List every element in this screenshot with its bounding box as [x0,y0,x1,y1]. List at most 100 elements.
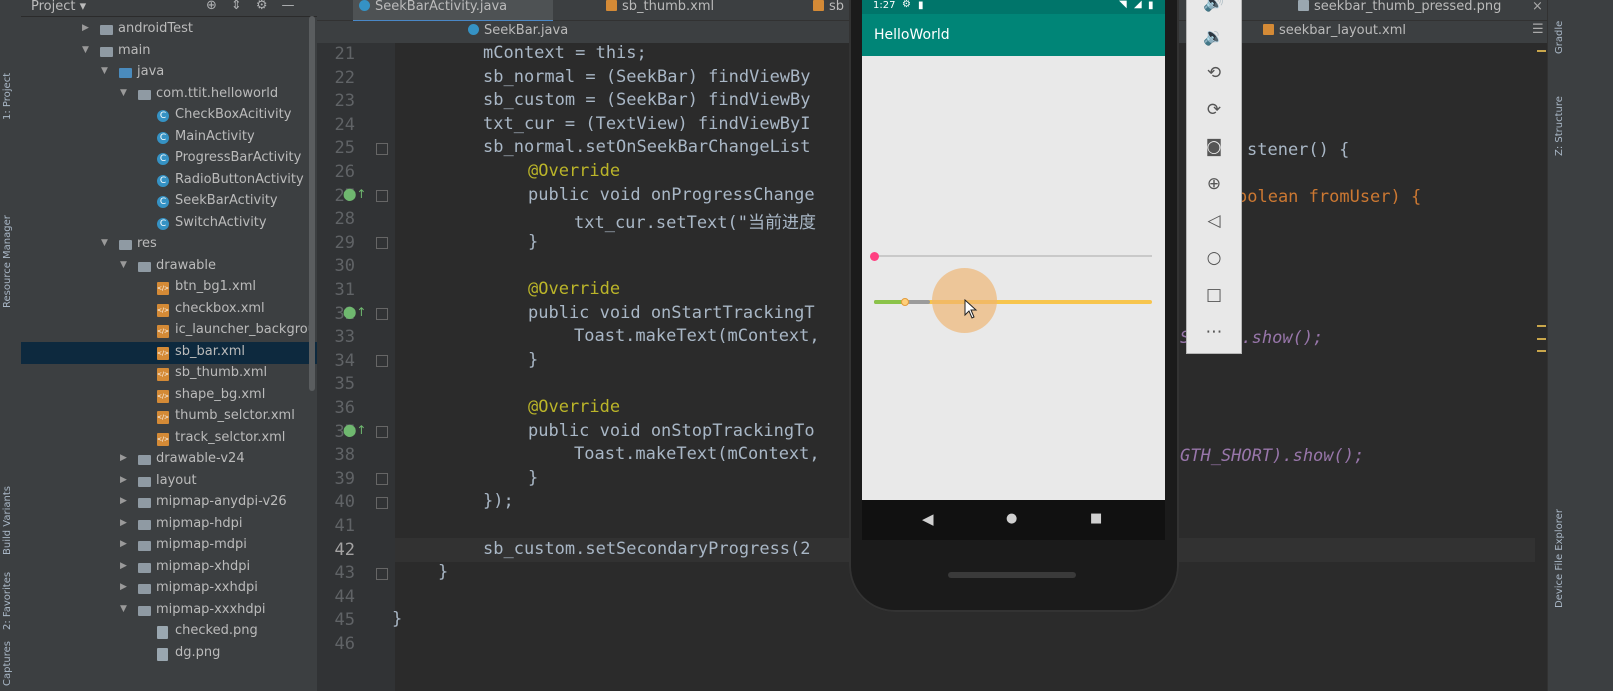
tree-item[interactable]: </> checkbox.xml [21,299,317,321]
fold-icon[interactable] [376,497,388,509]
captures-tab[interactable]: Captures [0,641,21,691]
fold-icon[interactable] [376,426,388,438]
tree-item[interactable]: ▶ layout [21,471,317,493]
collapsed-arrow-icon[interactable]: ▶ [120,561,127,571]
project-view-selector[interactable]: Project ▾ [31,0,86,14]
project-tool-tab[interactable]: 1: Project [0,62,21,122]
stripe-marker[interactable] [1537,325,1546,327]
tree-item[interactable]: ▶ androidTest [21,19,317,41]
fold-icon[interactable] [376,568,388,580]
tree-item[interactable]: dg.png [21,643,317,665]
override-marker-icon[interactable]: ⬤↑ [343,187,366,201]
tab-sb[interactable]: sb [807,0,847,20]
tab-sb-thumb[interactable]: sb_thumb.xml [600,0,750,20]
hide-icon[interactable]: — [281,0,308,13]
device-file-explorer-tab[interactable]: Device File Explorer [1552,490,1573,610]
tree-item[interactable]: checked.png [21,621,317,643]
stripe-marker[interactable] [1537,50,1546,52]
tree-item[interactable]: ▶ mipmap-xxhdpi [21,578,317,600]
volume-up-icon[interactable]: 🔊 [1187,0,1241,18]
project-tree-scrollbar[interactable] [309,16,315,391]
tree-item[interactable]: ▶ drawable-v24 [21,449,317,471]
fold-icon[interactable] [376,190,388,202]
gradle-tab[interactable]: Gradle [1552,6,1573,56]
tree-item[interactable]: ▼ res [21,234,317,256]
tree-item[interactable]: </> thumb_selctor.xml [21,406,317,428]
fold-icon[interactable] [376,473,388,485]
tree-item[interactable]: ▶ mipmap-anydpi-v26 [21,492,317,514]
rotate-right-icon[interactable]: ⟳ [1187,95,1241,125]
tab-seekbar-thumb-pressed[interactable]: seekbar_thumb_pressed.png [1292,0,1532,20]
expanded-arrow-icon[interactable]: ▼ [101,66,108,76]
error-stripe[interactable] [1535,43,1547,691]
close-icon[interactable]: × [1532,0,1543,14]
tree-item[interactable]: C MainActivity [21,127,317,149]
camera-icon[interactable]: ◙ [1187,132,1241,162]
collapsed-arrow-icon[interactable]: ▶ [120,496,127,506]
tree-item[interactable]: </> sb_thumb.xml [21,363,317,385]
collapsed-arrow-icon[interactable]: ▶ [120,453,127,463]
stripe-marker[interactable] [1537,338,1546,340]
gear-icon[interactable]: ⚙ [256,0,282,13]
expanded-arrow-icon[interactable]: ▼ [120,88,127,98]
seekbar-normal-track[interactable] [874,255,1152,257]
expanded-arrow-icon[interactable]: ▼ [82,45,89,55]
tree-item[interactable]: C RadioButtonActivity [21,170,317,192]
tree-item[interactable]: </> btn_bg1.xml [21,277,317,299]
tree-item[interactable]: ▶ mipmap-xhdpi [21,557,317,579]
fold-icon[interactable] [376,143,388,155]
collapsed-arrow-icon[interactable]: ▶ [120,582,127,592]
collapsed-arrow-icon[interactable]: ▶ [120,475,127,485]
tree-item[interactable]: </> track_selctor.xml [21,428,317,450]
tab-seekbaractivity[interactable]: SeekBarActivity.java [353,0,553,23]
structure-tab[interactable]: Z: Structure [1552,90,1573,160]
tree-item[interactable]: ▶ mipmap-hdpi [21,514,317,536]
nav-back-icon[interactable]: ◀ [922,510,934,528]
expanded-arrow-icon[interactable]: ▼ [101,238,108,248]
collapsed-arrow-icon[interactable]: ▶ [120,518,127,528]
home-icon[interactable]: ○ [1187,243,1241,273]
collapse-icon[interactable]: ⇕ [231,0,256,13]
locate-icon[interactable]: ⊕ [206,0,231,13]
collapsed-arrow-icon[interactable]: ▶ [82,23,89,33]
stripe-marker[interactable] [1537,350,1546,352]
seekbar-normal-thumb[interactable] [870,252,879,261]
fold-icon[interactable] [376,355,388,367]
tree-item[interactable]: </> ic_launcher_backgrou [21,320,317,342]
tree-item[interactable]: C SeekBarActivity [21,191,317,213]
nav-recents-icon[interactable]: ■ [1090,511,1102,526]
volume-down-icon[interactable]: 🔉 [1187,22,1241,52]
nav-home-icon[interactable]: ● [1006,511,1017,526]
tree-item[interactable]: C CheckBoxAcitivity [21,105,317,127]
rotate-left-icon[interactable]: ⟲ [1187,58,1241,88]
override-marker-icon[interactable]: ⬤↑ [343,423,366,437]
tree-item[interactable]: C SwitchActivity [21,213,317,235]
fold-icon[interactable] [376,237,388,249]
favorites-tab[interactable]: 2: Favorites [0,568,21,638]
tab-list-icon[interactable]: ☰ [1532,22,1544,37]
emulator-screen[interactable] [862,0,1165,500]
fold-icon[interactable] [376,308,388,320]
tree-item[interactable]: ▼ main [21,41,317,63]
back-icon[interactable]: ◁ [1187,206,1241,236]
resource-manager-tab[interactable]: Resource Manager [0,200,21,320]
tree-item[interactable]: ▼ mipmap-xxxhdpi [21,600,317,622]
zoom-icon[interactable]: ⊕ [1187,169,1241,199]
tab-seekbar-layout[interactable]: seekbar_layout.xml [1257,23,1417,43]
tree-item[interactable]: ▼ drawable [21,256,317,278]
tree-item[interactable]: ▼ java [21,62,317,84]
more-icon[interactable]: ⋯ [1187,317,1241,347]
overview-icon[interactable]: □ [1187,280,1241,310]
expanded-arrow-icon[interactable]: ▼ [120,604,127,614]
expanded-arrow-icon[interactable]: ▼ [120,260,127,270]
tree-item[interactable]: </> shape_bg.xml [21,385,317,407]
seekbar-custom-thumb[interactable] [900,298,909,306]
tab-seekbar-java[interactable]: SeekBar.java [462,23,592,43]
build-variants-tab[interactable]: Build Variants [0,470,21,560]
tree-item[interactable]: ▼ com.ttit.helloworld [21,84,317,106]
collapsed-arrow-icon[interactable]: ▶ [120,539,127,549]
tree-item[interactable]: C ProgressBarActivity [21,148,317,170]
override-marker-icon[interactable]: ⬤↑ [343,305,366,319]
tree-item[interactable]: </> sb_bar.xml [21,341,317,364]
tree-item[interactable]: ▶ mipmap-mdpi [21,535,317,557]
